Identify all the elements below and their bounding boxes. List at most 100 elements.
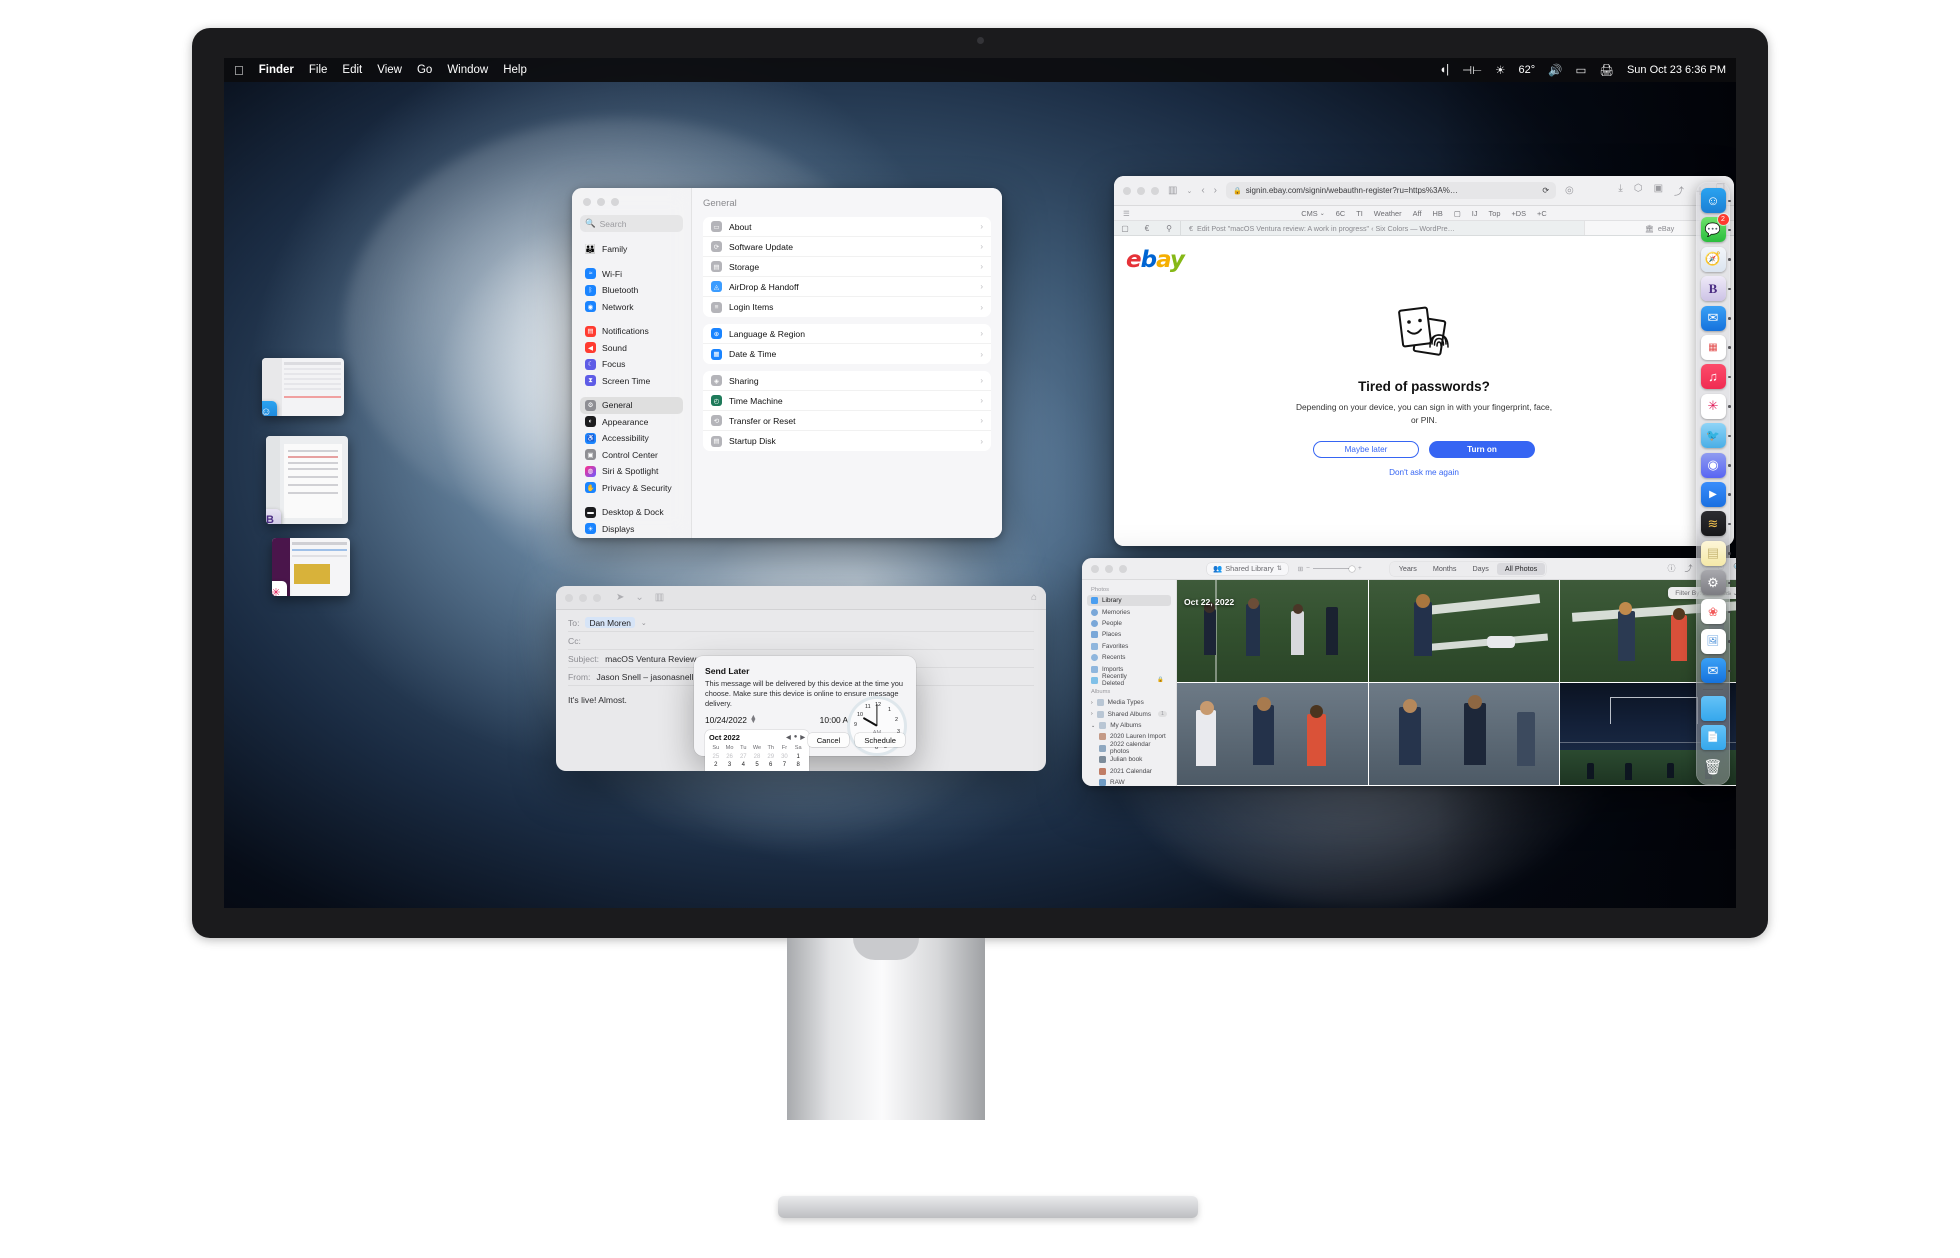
calendar-day[interactable]: 9 — [709, 770, 723, 771]
minimize-button[interactable] — [597, 198, 605, 206]
calendar-day[interactable]: 30 — [778, 753, 792, 762]
dock-item-zoom[interactable]: ▶ — [1700, 481, 1731, 507]
view-mode-segments[interactable]: Years Months Days All Photos — [1389, 561, 1547, 576]
segment-months[interactable]: Months — [1425, 563, 1465, 575]
address-bar[interactable]: 🔒 signin.ebay.com/signin/webauthn-regist… — [1226, 182, 1557, 199]
sidebar-item-shared-albums[interactable]: › Shared Albums 1 — [1087, 709, 1171, 720]
bookmarks-bar[interactable]: ☰ CMS ⌄ 6C TI Weather Aff HB ▢ IJ Top +D… — [1114, 206, 1734, 221]
bookmark-aff[interactable]: Aff — [1413, 209, 1422, 218]
bookmark-weather[interactable]: Weather — [1374, 209, 1402, 218]
dock-item-downloads-folder[interactable] — [1700, 695, 1726, 721]
control-center-icon[interactable]: ◖| — [1439, 64, 1449, 76]
dock-item-finder[interactable]: ☺ — [1700, 188, 1731, 213]
calendar-day[interactable]: 29 — [764, 753, 778, 762]
sidebar-item-my-albums[interactable]: ⌄ My Albums — [1087, 720, 1171, 731]
maybe-later-button[interactable]: Maybe later — [1313, 441, 1419, 459]
calendar-day[interactable]: 15 — [791, 770, 805, 771]
calendar-day[interactable]: 26 — [723, 753, 737, 762]
calendar-day[interactable]: 1 — [791, 753, 805, 762]
sidebar-item-favorites[interactable]: Favorites — [1087, 641, 1171, 652]
sidebar-item-network[interactable]: ◉ Network — [580, 299, 683, 316]
settings-row-transfer-reset[interactable]: ⟲ Transfer or Reset › — [703, 411, 991, 431]
extensions-icon[interactable]: ⬡ — [1634, 183, 1643, 198]
calendar-prev-icon[interactable]: ◀ — [786, 734, 791, 741]
dont-ask-again-link[interactable]: Don't ask me again — [1114, 468, 1734, 477]
bookmark-cms[interactable]: CMS — [1301, 209, 1317, 218]
calendar-today-icon[interactable]: ● — [794, 734, 798, 741]
safari-tab-bar[interactable]: ▢ € ⚲ € Edit Post "macOS Ventura review:… — [1114, 221, 1734, 236]
dock-item-audio-hijack[interactable]: ≋ — [1700, 511, 1731, 537]
reload-icon[interactable]: ⟳ — [1542, 186, 1549, 195]
dock-item-bbedit[interactable]: B — [1700, 276, 1731, 302]
settings-row-login-items[interactable]: ≡ Login Items › — [703, 297, 991, 317]
weather-temperature[interactable]: 62° — [1518, 64, 1535, 76]
privacy-report-icon[interactable]: ◎ — [1565, 185, 1574, 196]
bookmark-ij[interactable]: IJ — [1472, 209, 1478, 218]
zoom-in-label[interactable]: + — [1358, 565, 1362, 572]
safari-toolbar[interactable]: ▥ ⌄ ‹ › 🔒 signin.ebay.com/signin/webauth… — [1114, 176, 1734, 206]
weather-sun-icon[interactable]: ☀ — [1495, 63, 1505, 77]
pinned-tab-1[interactable]: ▢ — [1114, 224, 1136, 233]
window-controls[interactable] — [583, 198, 683, 206]
stage-manager-thumb-finder[interactable]: ☺ — [262, 358, 344, 416]
photo-cell[interactable] — [1368, 580, 1561, 683]
menu-clock[interactable]: Sun Oct 23 6:36 PM — [1627, 64, 1726, 76]
settings-row-language-region[interactable]: ⊕ Language & Region › — [703, 324, 991, 344]
date-value[interactable]: 10/24/2022 — [705, 715, 747, 725]
sidebar-item-general[interactable]: ⚙ General — [580, 397, 683, 414]
zoom-out-label[interactable]: − — [1306, 565, 1310, 572]
safari-window[interactable]: ▥ ⌄ ‹ › 🔒 signin.ebay.com/signin/webauth… — [1114, 176, 1734, 546]
stage-manager-thumb-bbedit[interactable]: B — [266, 436, 348, 524]
sidebar-item-album[interactable]: Julian book — [1087, 754, 1171, 765]
calendar-day[interactable]: 7 — [778, 761, 792, 770]
system-settings-sidebar[interactable]: 🔍 Search 👪 Family ≈ Wi-Fi ᛒ Bluetooth ◉ … — [572, 188, 692, 538]
segment-all-photos[interactable]: All Photos — [1496, 562, 1546, 575]
system-settings-window[interactable]: 🔍 Search 👪 Family ≈ Wi-Fi ᛒ Bluetooth ◉ … — [572, 188, 1002, 538]
calendar-day[interactable]: 10 — [723, 770, 737, 771]
settings-row-startup-disk[interactable]: ▤ Startup Disk › — [703, 431, 991, 451]
sidebar-item-album[interactable]: 2021 Calendar — [1087, 765, 1171, 776]
sidebar-item-siri-spotlight[interactable]: ◍ Siri & Spotlight — [580, 463, 683, 480]
photos-grid[interactable]: Oct 22, 2022 Filter By: All Items ⌄ — [1177, 580, 1736, 786]
chevron-down-icon[interactable]: ⌄ — [1320, 210, 1325, 217]
sidebar-item-screen-time[interactable]: ⧗ Screen Time — [580, 373, 683, 390]
shared-library-picker[interactable]: 👥 Shared Library ⇅ — [1207, 562, 1288, 575]
dock-item-notes[interactable]: ▤ — [1700, 540, 1731, 566]
turn-on-button[interactable]: Turn on — [1429, 441, 1535, 459]
recipient-token[interactable]: Dan Moren — [585, 617, 635, 628]
calendar-day[interactable]: 3 — [723, 761, 737, 770]
menu-app-name[interactable]: Finder — [259, 64, 294, 76]
sidebar-item-album[interactable]: RAW — [1087, 777, 1171, 786]
settings-row-about[interactable]: ▭ About › — [703, 217, 991, 237]
photos-sidebar[interactable]: Photos Library Memories People Places Fa… — [1082, 580, 1177, 786]
forward-chevron-icon[interactable]: › — [1214, 185, 1217, 196]
segment-years[interactable]: Years — [1391, 563, 1425, 575]
sidebar-item-sound[interactable]: ◀ Sound — [580, 340, 683, 357]
calendar-next-icon[interactable]: ▶ — [800, 734, 805, 741]
calendar-day[interactable]: 28 — [750, 753, 764, 762]
photos-toolbar[interactable]: 👥 Shared Library ⇅ ⊞ − + Years Months Da… — [1082, 558, 1736, 580]
share-icon[interactable]: ⤴ — [1685, 563, 1693, 574]
settings-row-software-update[interactable]: ⟳ Software Update › — [703, 237, 991, 257]
sidebar-item-bluetooth[interactable]: ᛒ Bluetooth — [580, 282, 683, 299]
zoom-button[interactable] — [593, 593, 601, 602]
sidebar-item-memories[interactable]: Memories — [1087, 606, 1171, 617]
audio-midi-icon[interactable]: ⊣⊢ — [1462, 63, 1482, 77]
reader-icon[interactable]: ▣ — [1654, 183, 1663, 198]
sidebar-item-notifications[interactable]: ▤ Notifications — [580, 323, 683, 340]
cancel-button[interactable]: Cancel — [807, 733, 850, 747]
settings-search-input[interactable]: 🔍 Search — [580, 215, 683, 232]
pinned-tab-2[interactable]: € — [1136, 224, 1158, 233]
dock-item-calendar[interactable]: ▦ — [1700, 334, 1731, 360]
sidebar-item-privacy-security[interactable]: ✋ Privacy & Security — [580, 480, 683, 497]
sidebar-item-people[interactable]: People — [1087, 618, 1171, 629]
sidebar-item-family[interactable]: 👪 Family — [580, 241, 683, 258]
token-chevron-icon[interactable]: ⌄ — [641, 619, 647, 627]
zoom-button[interactable] — [611, 198, 619, 206]
disclosure-icon[interactable]: › — [1091, 711, 1093, 717]
dock-item-music[interactable]: ♫ — [1700, 364, 1731, 390]
schedule-button[interactable]: Schedule — [855, 733, 905, 747]
window-controls[interactable] — [565, 593, 601, 602]
menu-item-go[interactable]: Go — [417, 64, 432, 76]
window-controls[interactable] — [1091, 564, 1127, 573]
